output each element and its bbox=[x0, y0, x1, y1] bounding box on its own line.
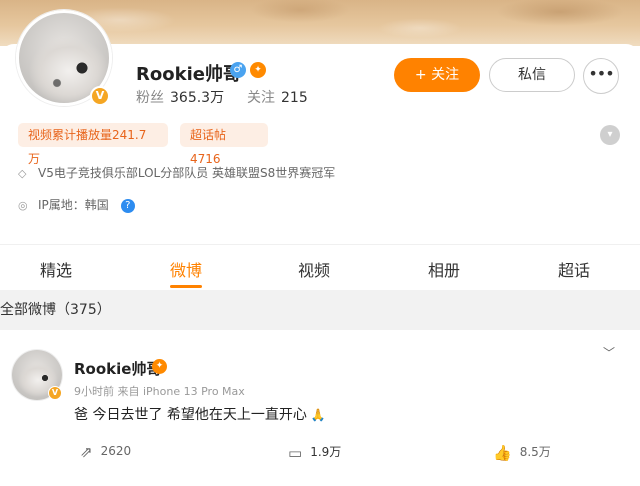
chevron-down-icon[interactable]: ﹀ bbox=[603, 344, 615, 361]
help-icon[interactable]: ? bbox=[120, 198, 135, 213]
following-label: 关注 bbox=[247, 90, 275, 106]
bio-line: ◇ V5电子竞技俱乐部LOL分部队员 英雄联盟S8世界赛冠军 bbox=[18, 164, 335, 181]
all-posts-header: 全部微博（375） bbox=[0, 290, 640, 330]
expand-icon[interactable]: ▾ bbox=[600, 125, 620, 145]
verified-icon: V bbox=[48, 386, 62, 400]
bio-text: V5电子竞技俱乐部LOL分部队员 英雄联盟S8世界赛冠军 bbox=[38, 166, 336, 180]
comment-icon: ▭ bbox=[288, 444, 303, 462]
comment-button[interactable]: ▭ 1.9万 bbox=[288, 443, 341, 462]
pray-emoji-icon: 🙏 bbox=[310, 408, 326, 422]
tab-weibo[interactable]: 微博 bbox=[170, 257, 202, 281]
repost-count: 2620 bbox=[100, 444, 132, 458]
tab-featured[interactable]: 精选 bbox=[40, 257, 72, 281]
active-tab-indicator bbox=[170, 285, 202, 288]
ip-text: IP属地：韩国 bbox=[38, 198, 109, 212]
crown-badge-icon[interactable]: ✦ bbox=[250, 62, 266, 78]
message-button[interactable]: 私信 bbox=[489, 58, 575, 92]
post-body: 爸 今日去世了 希望他在天上一直开心 bbox=[74, 407, 307, 423]
profile-name: Rookie帅哥 bbox=[136, 64, 241, 85]
tab-albums[interactable]: 相册 bbox=[428, 257, 460, 281]
follow-button[interactable]: + 关注 bbox=[394, 58, 480, 92]
location-icon: ◎ bbox=[18, 199, 28, 212]
ip-line: ◎ IP属地：韩国? bbox=[18, 196, 135, 213]
tab-supertopic[interactable]: 超话 bbox=[558, 257, 590, 281]
crown-badge-icon: ✦ bbox=[152, 359, 167, 374]
post-card: V Rookie帅哥 ✦ 9小时前 来自 iPhone 13 Pro Max 爸… bbox=[0, 330, 640, 486]
like-count: 8.5万 bbox=[519, 445, 551, 459]
tab-videos[interactable]: 视频 bbox=[298, 257, 330, 281]
verified-icon: V bbox=[90, 86, 110, 106]
post-text: 爸 今日去世了 希望他在天上一直开心 🙏 bbox=[74, 404, 326, 424]
gender-male-icon: ♂ bbox=[230, 62, 246, 78]
following-count[interactable]: 215 bbox=[281, 90, 308, 106]
video-plays-tag[interactable]: 视频累计播放量241.7万 bbox=[18, 123, 168, 166]
shield-icon: ◇ bbox=[18, 167, 27, 180]
profile-tabs: 精选 微博 视频 相册 超话 bbox=[0, 244, 640, 290]
like-button[interactable]: 👍 8.5万 bbox=[493, 443, 551, 462]
like-icon: 👍 bbox=[493, 444, 512, 462]
post-author[interactable]: Rookie帅哥 bbox=[74, 358, 161, 379]
more-button[interactable]: ••• bbox=[583, 58, 619, 94]
fans-count[interactable]: 365.3万 bbox=[170, 90, 224, 106]
comment-count: 1.9万 bbox=[310, 445, 342, 459]
repost-button[interactable]: ⇗ 2620 bbox=[80, 443, 131, 461]
stats-row: 粉丝 365.3万 关注 215 bbox=[136, 87, 308, 107]
fans-label: 粉丝 bbox=[136, 90, 164, 106]
repost-icon: ⇗ bbox=[80, 443, 93, 461]
post-meta: 9小时前 来自 iPhone 13 Pro Max bbox=[74, 385, 245, 398]
supertopic-posts-tag[interactable]: 超话帖 4716 bbox=[180, 123, 268, 166]
